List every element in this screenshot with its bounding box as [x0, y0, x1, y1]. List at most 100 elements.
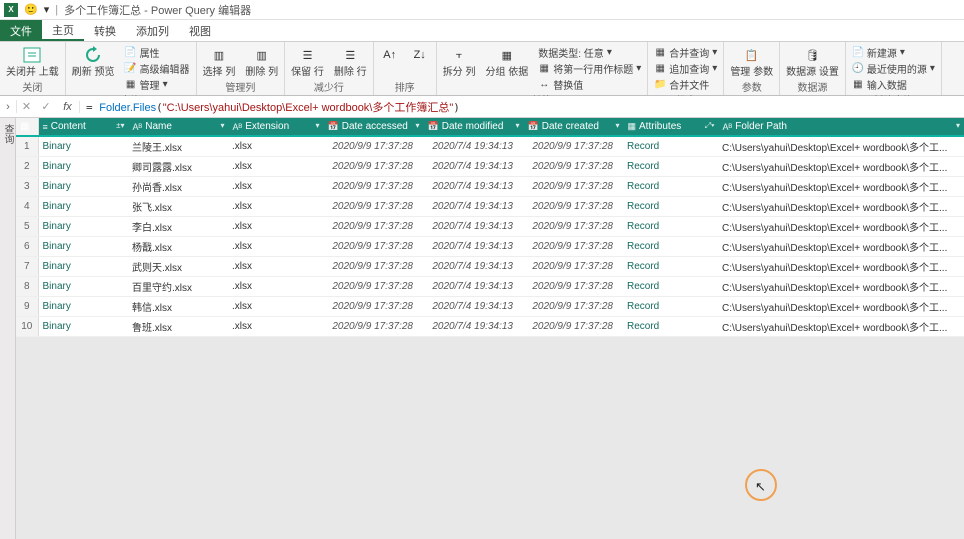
- filter-icon[interactable]: ▾: [515, 121, 519, 130]
- cell-folder-path[interactable]: C:\Users\yahui\Desktop\Excel+ wordbook\多…: [718, 197, 964, 217]
- table-row[interactable]: 10Binary鲁班.xlsx.xlsx2020/9/9 17:37:28202…: [16, 317, 964, 337]
- cell-date-accessed[interactable]: 2020/9/9 17:37:28: [323, 317, 423, 337]
- cell-date-modified[interactable]: 2020/7/4 19:34:13: [423, 217, 523, 237]
- cell-name[interactable]: 韩信.xlsx: [128, 297, 228, 317]
- cell-date-created[interactable]: 2020/9/9 17:37:28: [523, 277, 623, 297]
- remove-columns-button[interactable]: ▥删除 列: [243, 45, 280, 78]
- filter-icon[interactable]: ▾: [315, 121, 319, 130]
- datasource-settings-button[interactable]: 🛢数据源 设置: [784, 45, 841, 78]
- cell-name[interactable]: 张飞.xlsx: [128, 197, 228, 217]
- table-row[interactable]: 6Binary杨戬.xlsx.xlsx2020/9/9 17:37:282020…: [16, 237, 964, 257]
- cell-name[interactable]: 李白.xlsx: [128, 217, 228, 237]
- cell-date-accessed[interactable]: 2020/9/9 17:37:28: [323, 197, 423, 217]
- row-number[interactable]: 6: [16, 237, 38, 257]
- new-source-button[interactable]: 📄新建源 ▾: [850, 45, 937, 60]
- col-header-date-accessed[interactable]: 📅Date accessed▾: [323, 118, 423, 136]
- cell-date-accessed[interactable]: 2020/9/9 17:37:28: [323, 157, 423, 177]
- row-number[interactable]: 8: [16, 277, 38, 297]
- cell-attributes[interactable]: Record: [623, 136, 718, 157]
- cell-content[interactable]: Binary: [38, 197, 128, 217]
- col-header-attributes[interactable]: ▦Attributes⤢▾: [623, 118, 718, 136]
- tab-view[interactable]: 视图: [179, 20, 221, 41]
- cell-name[interactable]: 孙尚香.xlsx: [128, 177, 228, 197]
- cell-folder-path[interactable]: C:\Users\yahui\Desktop\Excel+ wordbook\多…: [718, 217, 964, 237]
- row-number[interactable]: 1: [16, 136, 38, 157]
- cell-content[interactable]: Binary: [38, 237, 128, 257]
- cell-attributes[interactable]: Record: [623, 197, 718, 217]
- cell-date-modified[interactable]: 2020/7/4 19:34:13: [423, 197, 523, 217]
- refresh-preview-button[interactable]: 刷新 预览: [70, 45, 117, 78]
- cell-folder-path[interactable]: C:\Users\yahui\Desktop\Excel+ wordbook\多…: [718, 157, 964, 177]
- filter-icon[interactable]: ▾: [956, 121, 960, 130]
- sort-asc-button[interactable]: A↑: [378, 45, 402, 65]
- table-row[interactable]: 8Binary百里守约.xlsx.xlsx2020/9/9 17:37:2820…: [16, 277, 964, 297]
- cell-extension[interactable]: .xlsx: [228, 177, 323, 197]
- cell-content[interactable]: Binary: [38, 157, 128, 177]
- cell-date-created[interactable]: 2020/9/9 17:37:28: [523, 297, 623, 317]
- cell-folder-path[interactable]: C:\Users\yahui\Desktop\Excel+ wordbook\多…: [718, 257, 964, 277]
- row-number[interactable]: 3: [16, 177, 38, 197]
- cell-extension[interactable]: .xlsx: [228, 297, 323, 317]
- formula-commit-button[interactable]: ✓: [36, 100, 56, 113]
- queries-sidebar[interactable]: 查询: [0, 118, 16, 539]
- append-queries-button[interactable]: ▦追加查询 ▾: [652, 61, 719, 76]
- merge-queries-button[interactable]: ▦合并查询 ▾: [652, 45, 719, 60]
- split-column-button[interactable]: ⫟拆分 列: [441, 45, 478, 78]
- cell-date-modified[interactable]: 2020/7/4 19:34:13: [423, 317, 523, 337]
- cell-date-accessed[interactable]: 2020/9/9 17:37:28: [323, 177, 423, 197]
- keep-rows-button[interactable]: ☰保留 行: [289, 45, 326, 78]
- cell-date-modified[interactable]: 2020/7/4 19:34:13: [423, 177, 523, 197]
- formula-cancel-button[interactable]: ✕: [16, 100, 36, 113]
- first-row-header-button[interactable]: ▦将第一行用作标题 ▾: [536, 61, 643, 76]
- filter-icon[interactable]: ▾: [415, 121, 419, 130]
- fx-icon[interactable]: fx: [56, 101, 80, 113]
- table-row[interactable]: 3Binary孙尚香.xlsx.xlsx2020/9/9 17:37:28202…: [16, 177, 964, 197]
- cell-date-created[interactable]: 2020/9/9 17:37:28: [523, 157, 623, 177]
- cell-date-accessed[interactable]: 2020/9/9 17:37:28: [323, 237, 423, 257]
- table-row[interactable]: 1Binary兰陵王.xlsx.xlsx2020/9/9 17:37:28202…: [16, 136, 964, 157]
- table-row[interactable]: 2Binary卿司露露.xlsx.xlsx2020/9/9 17:37:2820…: [16, 157, 964, 177]
- cell-attributes[interactable]: Record: [623, 277, 718, 297]
- cell-attributes[interactable]: Record: [623, 317, 718, 337]
- cell-date-modified[interactable]: 2020/7/4 19:34:13: [423, 237, 523, 257]
- cell-attributes[interactable]: Record: [623, 237, 718, 257]
- combine-files-button[interactable]: 📁合并文件: [652, 77, 719, 92]
- col-header-folder-path[interactable]: AᴮFolder Path▾: [718, 118, 964, 136]
- cell-attributes[interactable]: Record: [623, 297, 718, 317]
- cell-date-accessed[interactable]: 2020/9/9 17:37:28: [323, 257, 423, 277]
- properties-button[interactable]: 📄属性: [123, 45, 192, 60]
- remove-rows-button[interactable]: ☰删除 行: [332, 45, 369, 78]
- cell-folder-path[interactable]: C:\Users\yahui\Desktop\Excel+ wordbook\多…: [718, 237, 964, 257]
- table-row[interactable]: 7Binary武则天.xlsx.xlsx2020/9/9 17:37:28202…: [16, 257, 964, 277]
- cell-extension[interactable]: .xlsx: [228, 237, 323, 257]
- cell-content[interactable]: Binary: [38, 317, 128, 337]
- cell-folder-path[interactable]: C:\Users\yahui\Desktop\Excel+ wordbook\多…: [718, 277, 964, 297]
- cell-attributes[interactable]: Record: [623, 157, 718, 177]
- table-row[interactable]: 4Binary张飞.xlsx.xlsx2020/9/9 17:37:282020…: [16, 197, 964, 217]
- cell-content[interactable]: Binary: [38, 257, 128, 277]
- cell-extension[interactable]: .xlsx: [228, 277, 323, 297]
- cell-attributes[interactable]: Record: [623, 217, 718, 237]
- queries-pane-toggle[interactable]: ›: [0, 101, 16, 113]
- col-header-date-created[interactable]: 📅Date created▾: [523, 118, 623, 136]
- cell-date-created[interactable]: 2020/9/9 17:37:28: [523, 136, 623, 157]
- filter-icon[interactable]: ▾: [220, 121, 224, 130]
- row-number[interactable]: 9: [16, 297, 38, 317]
- cell-content[interactable]: Binary: [38, 177, 128, 197]
- cell-date-created[interactable]: 2020/9/9 17:37:28: [523, 217, 623, 237]
- cell-content[interactable]: Binary: [38, 136, 128, 157]
- cell-attributes[interactable]: Record: [623, 177, 718, 197]
- recent-sources-button[interactable]: 🕘最近使用的源 ▾: [850, 61, 937, 76]
- cell-date-accessed[interactable]: 2020/9/9 17:37:28: [323, 136, 423, 157]
- cell-name[interactable]: 武则天.xlsx: [128, 257, 228, 277]
- cell-name[interactable]: 卿司露露.xlsx: [128, 157, 228, 177]
- cell-date-accessed[interactable]: 2020/9/9 17:37:28: [323, 217, 423, 237]
- cell-content[interactable]: Binary: [38, 277, 128, 297]
- cell-content[interactable]: Binary: [38, 297, 128, 317]
- cell-extension[interactable]: .xlsx: [228, 317, 323, 337]
- group-by-button[interactable]: ▦分组 依据: [483, 45, 530, 78]
- cell-date-modified[interactable]: 2020/7/4 19:34:13: [423, 297, 523, 317]
- manage-button[interactable]: ▦管理 ▾: [123, 77, 192, 92]
- col-header-extension[interactable]: AᴮExtension▾: [228, 118, 323, 136]
- cell-date-created[interactable]: 2020/9/9 17:37:28: [523, 177, 623, 197]
